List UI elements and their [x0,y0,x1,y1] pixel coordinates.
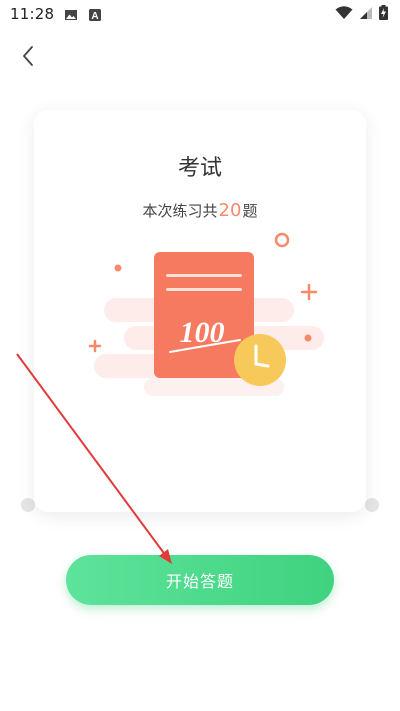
question-count: 20 [218,200,242,221]
signal-icon [359,5,373,24]
chevron-left-icon [21,45,35,71]
status-bar: 11:28 A [0,0,400,28]
carousel-peek-left [21,498,35,512]
back-button[interactable] [14,44,42,72]
battery-charging-icon [379,4,388,24]
wifi-icon [335,5,353,24]
a-badge-icon: A [88,7,102,22]
image-icon [64,7,78,21]
status-time: 11:28 [10,5,55,23]
carousel-peek-right [365,498,379,512]
start-answer-button[interactable]: 开始答题 [66,555,334,605]
exam-start-screen: 11:28 A 考试 本次练习共20题 100 开始答题 [0,0,400,711]
exam-illustration: 100 [84,228,324,404]
svg-text:A: A [92,11,99,22]
exam-card: 考试 本次练习共20题 100 [34,110,366,512]
status-right [335,4,388,24]
card-subtitle: 本次练习共20题 [34,200,366,221]
start-answer-label: 开始答题 [165,572,234,591]
subtitle-prefix: 本次练习共 [142,202,218,220]
card-title: 考试 [177,156,222,181]
status-left: 11:28 A [10,5,102,23]
subtitle-suffix: 题 [242,202,258,220]
